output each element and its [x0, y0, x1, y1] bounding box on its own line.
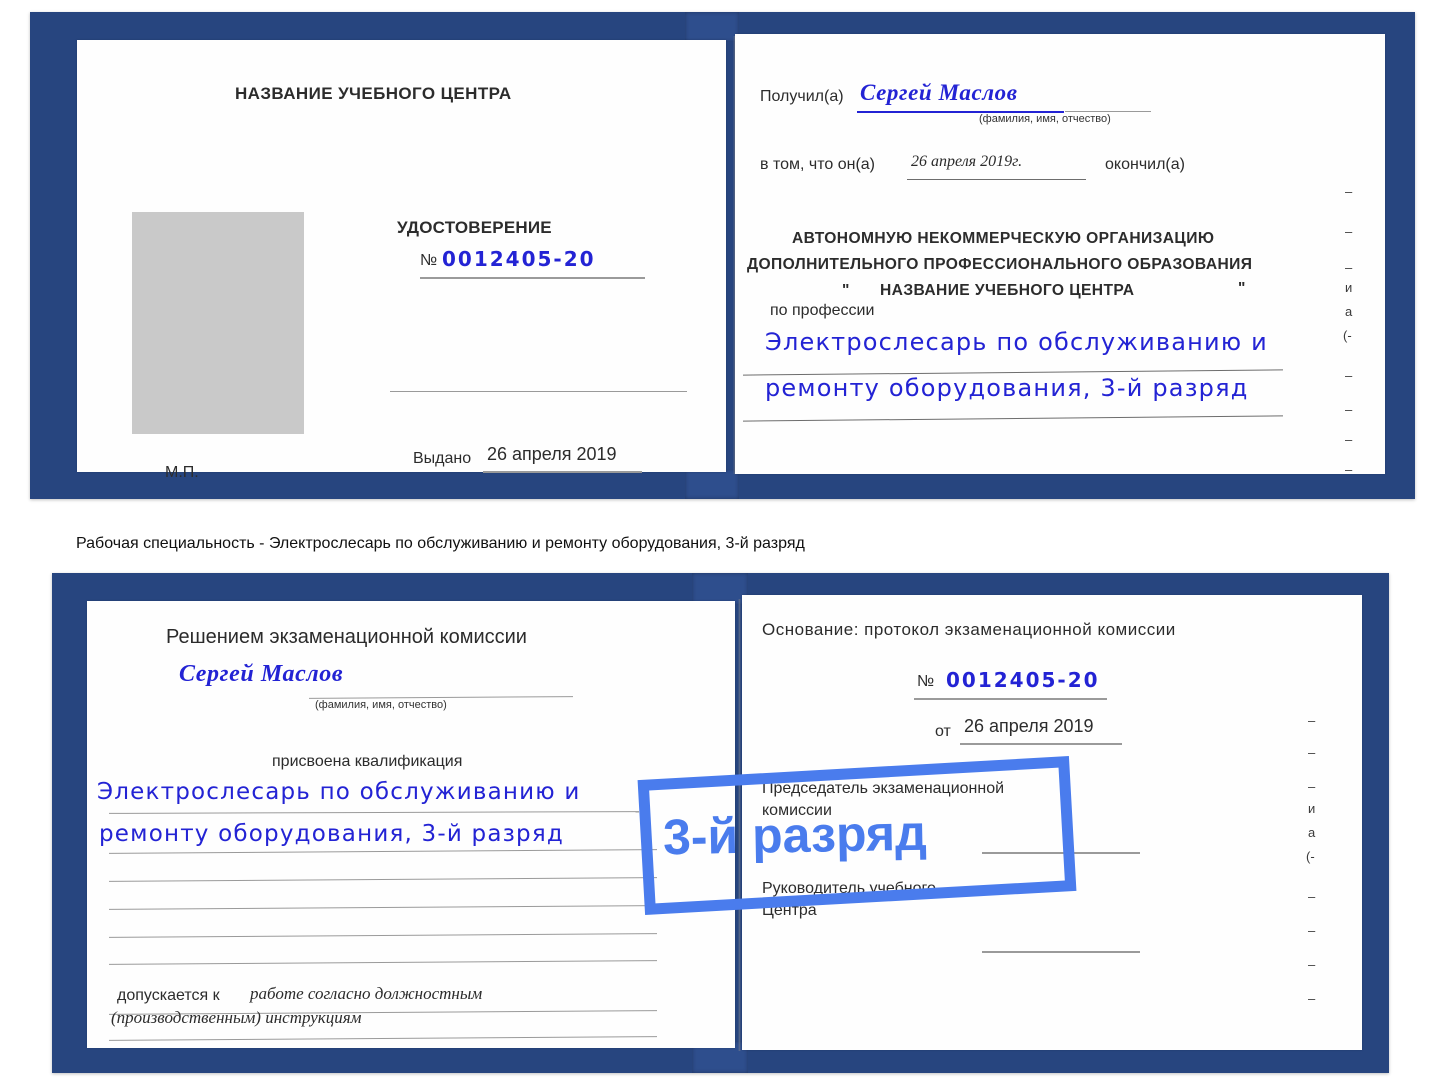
commission-decision-header: Решением экзаменационной комиссии	[166, 626, 527, 648]
completion-date-rule	[907, 179, 1086, 180]
figure-caption: Рабочая специальность - Электрослесарь п…	[76, 535, 805, 552]
protocol-date-prefix: от	[935, 723, 951, 740]
qualification-line-2: ремонту оборудования, 3-й разряд	[99, 821, 564, 847]
edge-fragment: а	[1345, 304, 1353, 319]
profession-line-1: Электрослесарь по обслуживанию и	[765, 328, 1268, 356]
certificate-title: УДОСТОВЕРЕНИЕ	[397, 218, 552, 237]
recipient-name-rule-ext	[1065, 111, 1151, 112]
edge-fragment: –	[1345, 368, 1353, 383]
top-cert-left-page: НАЗВАНИЕ УЧЕБНОГО ЦЕНТРА УДОСТОВЕРЕНИЕ №…	[77, 40, 726, 481]
finished-label: окончил(а)	[1105, 156, 1185, 173]
organization-line-1: АВТОНОМНУЮ НЕКОММЕРЧЕСКУЮ ОРГАНИЗАЦИЮ	[792, 230, 1215, 247]
admitted-line-2: (производственным) инструкциям	[111, 1008, 362, 1027]
certificate-number: 0012405-20	[442, 247, 596, 271]
number-prefix: №	[420, 252, 438, 269]
organization-line-3: НАЗВАНИЕ УЧЕБНОГО ЦЕНТРА	[880, 282, 1135, 299]
training-center-header: НАЗВАНИЕ УЧЕБНОГО ЦЕНТРА	[235, 84, 512, 103]
recipient-name: Сергей Маслов	[860, 80, 1018, 105]
edge-fragment: (-	[1343, 328, 1352, 343]
quote-open: "	[842, 282, 850, 299]
edge-fragment: –	[1308, 713, 1316, 728]
admitted-line-1: работе согласно должностным	[250, 984, 483, 1003]
protocol-number: 0012405-20	[946, 668, 1100, 692]
received-label: Получил(а)	[760, 88, 844, 105]
top-cert-right-page: Получил(а) Сергей Маслов (фамилия, имя, …	[735, 34, 1385, 474]
name-hint: (фамилия, имя, отчество)	[315, 699, 447, 711]
quote-close: "	[1238, 280, 1246, 297]
profession-rule-2	[743, 415, 1283, 422]
edge-fragment: и	[1308, 801, 1316, 816]
edge-fragment: –	[1308, 957, 1316, 972]
edge-fragment: (-	[1306, 849, 1315, 864]
blank-rule	[109, 933, 657, 938]
issued-date: 26 апреля 2019	[487, 444, 617, 464]
issued-rule	[483, 471, 642, 473]
protocol-number-prefix: №	[917, 673, 935, 690]
profession-line-2: ремонту оборудования, 3-й разряд	[765, 374, 1249, 402]
edge-fragment: –	[1308, 889, 1316, 904]
basis-label: Основание: протокол экзаменационной коми…	[762, 620, 1176, 639]
protocol-number-rule	[914, 698, 1107, 700]
name-hint: (фамилия, имя, отчество)	[979, 113, 1111, 125]
photo-placeholder	[132, 212, 304, 434]
blank-rule	[109, 905, 657, 910]
seal-label: М.П.	[165, 464, 199, 481]
edge-fragment: –	[1308, 779, 1316, 794]
edge-fragment: –	[1345, 462, 1353, 477]
protocol-date: 26 апреля 2019	[964, 716, 1094, 736]
qualification-line-1: Электрослесарь по обслуживанию и	[97, 779, 581, 805]
edge-fragment: и	[1345, 280, 1353, 295]
edge-fragment: –	[1345, 224, 1353, 239]
edge-fragment: –	[1345, 402, 1353, 417]
blank-rule	[109, 960, 657, 965]
admitted-label: допускается к	[117, 987, 220, 1004]
edge-fragment: а	[1308, 825, 1316, 840]
edge-fragment: –	[1345, 260, 1353, 275]
bottom-cert-left-page: Решением экзаменационной комиссии Сергей…	[87, 601, 735, 1048]
edge-fragment: –	[1308, 745, 1316, 760]
graduate-name: Сергей Маслов	[179, 661, 344, 687]
edge-fragment: –	[1345, 184, 1353, 199]
issued-label: Выдано	[413, 450, 472, 467]
head-signature-rule	[982, 951, 1140, 953]
edge-fragment: –	[1308, 923, 1316, 938]
qualification-rule-2	[109, 849, 657, 854]
certificate-top: НАЗВАНИЕ УЧЕБНОГО ЦЕНТРА УДОСТОВЕРЕНИЕ №…	[30, 12, 1415, 499]
organization-line-2: ДОПОЛНИТЕЛЬНОГО ПРОФЕССИОНАЛЬНОГО ОБРАЗО…	[747, 256, 1253, 273]
blank-rule	[390, 391, 687, 392]
profession-label: по профессии	[770, 302, 875, 319]
in-that-label: в том, что он(а)	[760, 156, 875, 173]
completion-date: 26 апреля 2019г.	[911, 153, 1023, 170]
number-rule	[420, 277, 645, 279]
edge-fragment: –	[1345, 432, 1353, 447]
cover-tab-top	[685, 12, 739, 42]
qualification-label: присвоена квалификация	[272, 753, 463, 770]
qualification-rule-1	[108, 811, 640, 814]
cover-tab-bottom	[685, 469, 739, 499]
qualification-badge-label: 3-й разряд	[662, 804, 928, 866]
admitted-rule-2	[109, 1036, 657, 1041]
edge-fragment: –	[1308, 991, 1316, 1006]
protocol-date-rule	[960, 743, 1122, 745]
blank-rule	[109, 877, 657, 882]
